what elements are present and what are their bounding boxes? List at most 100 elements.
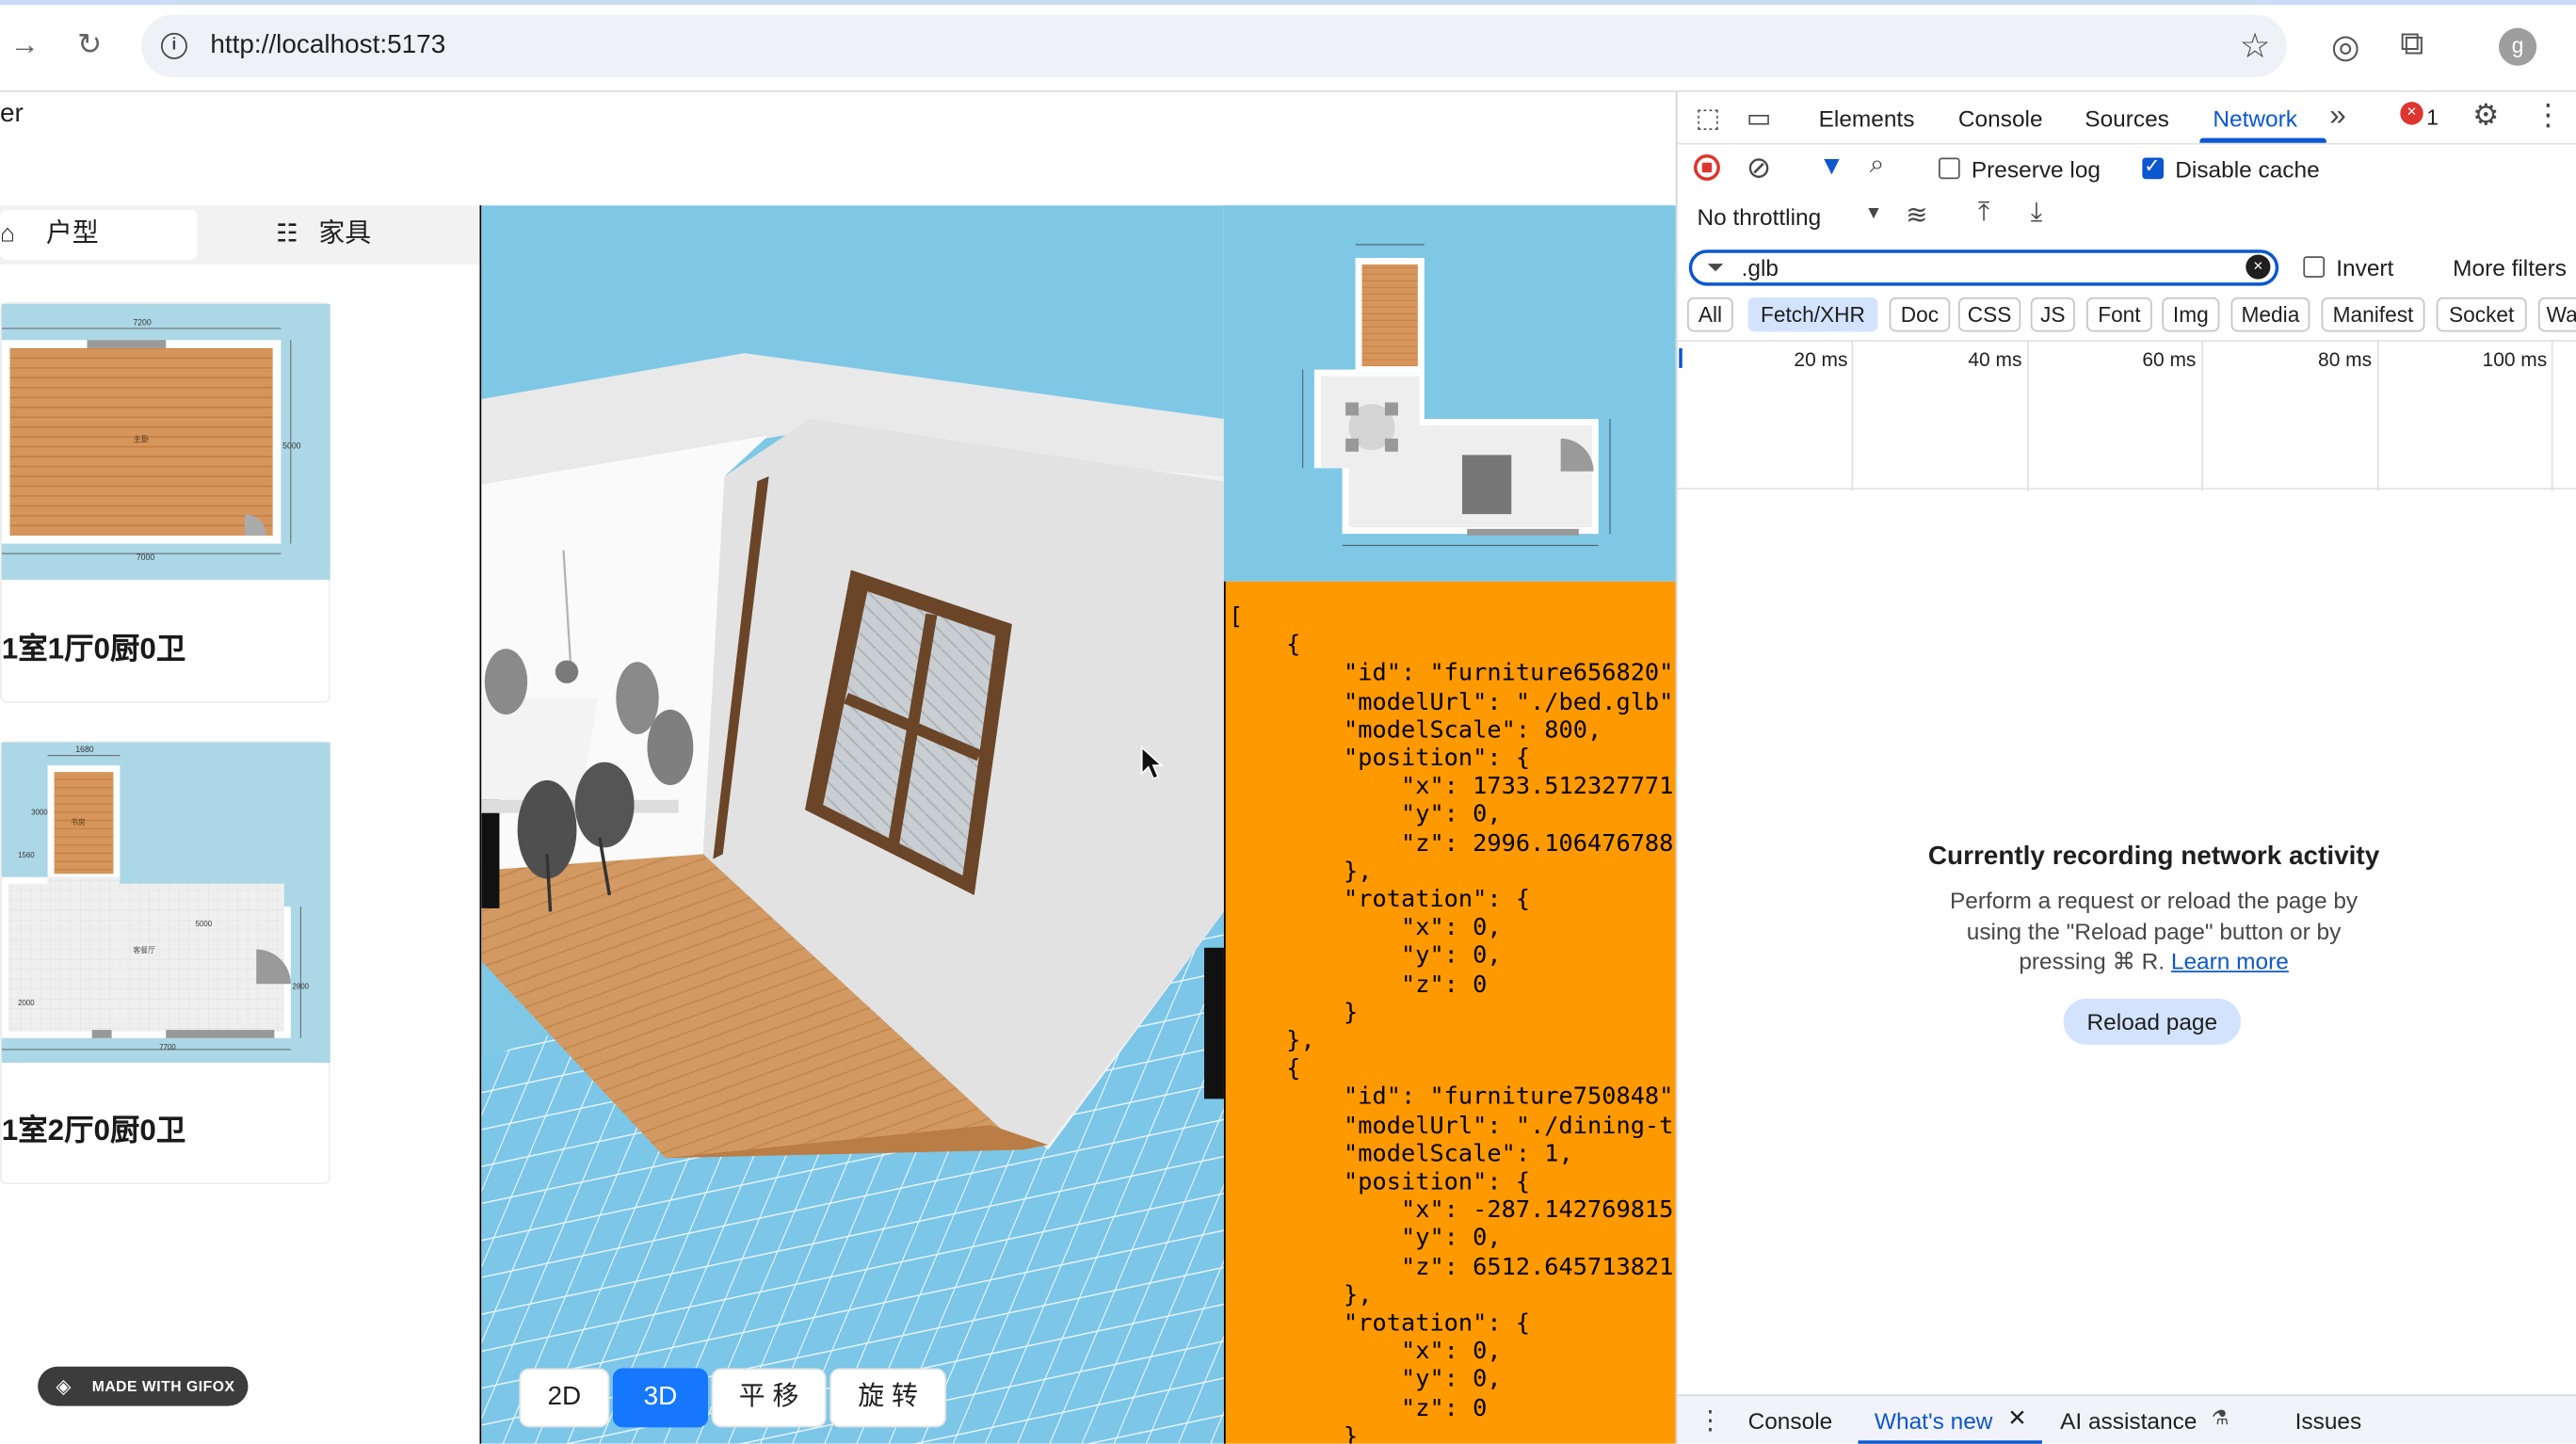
more-filters-button[interactable]: More filters bbox=[2453, 254, 2567, 281]
empty-state-body: Perform a request or reload the page by … bbox=[1924, 886, 2384, 977]
address-bar[interactable]: i http://localhost:5173 ☆ bbox=[141, 14, 2287, 78]
floorplan-card-1[interactable]: 7200 7000 5000 主卧 1室1厅0厨0卫 bbox=[0, 302, 330, 703]
minimap-floorplan bbox=[1302, 244, 1611, 546]
floorplan-card-2[interactable]: 1680 3000 1560 2000 5000 7700 2800 书房 客餐… bbox=[0, 740, 330, 1185]
filter-icon[interactable]: ▼ bbox=[1819, 152, 1845, 182]
home-icon: ⌂ bbox=[0, 219, 15, 249]
filter-input-box[interactable]: ⏷ .glb × bbox=[1688, 249, 2279, 286]
throttling-select[interactable]: No throttling bbox=[1697, 203, 1821, 230]
clear-filter-icon[interactable]: × bbox=[2246, 254, 2271, 280]
learn-more-link[interactable]: Learn more bbox=[2171, 948, 2289, 974]
drawer-tab-ai-assistance[interactable]: AI assistance bbox=[2060, 1407, 2197, 1434]
type-filter-css[interactable]: CSS bbox=[1957, 297, 2021, 332]
pan-button[interactable]: 平 移 bbox=[711, 1368, 827, 1428]
invert-label[interactable]: Invert bbox=[2336, 254, 2393, 281]
preserve-log-checkbox[interactable] bbox=[1938, 157, 1960, 180]
rotate-button[interactable]: 旋 转 bbox=[829, 1368, 947, 1428]
more-tabs-chevron-icon[interactable]: » bbox=[2329, 99, 2345, 134]
forward-icon[interactable]: → bbox=[9, 28, 39, 63]
export-har-icon[interactable]: ⤓ bbox=[2031, 199, 2042, 228]
type-filter-wasm[interactable]: Wa bbox=[2537, 297, 2576, 332]
furniture-icon: ☷ bbox=[276, 219, 298, 249]
view-2d-button[interactable]: 2D bbox=[519, 1368, 610, 1428]
network-timeline[interactable]: 20 ms 40 ms 60 ms 80 ms 100 ms bbox=[1677, 340, 2576, 491]
url-text[interactable]: http://localhost:5173 bbox=[210, 31, 445, 60]
profile-avatar[interactable]: g bbox=[2498, 27, 2537, 66]
tab-console[interactable]: Console bbox=[1958, 105, 2043, 132]
type-filter-socket[interactable]: Socket bbox=[2436, 297, 2527, 332]
device-toolbar-icon[interactable]: ▭ bbox=[1747, 102, 1771, 135]
type-filter-all[interactable]: All bbox=[1687, 297, 1733, 332]
floorplan-thumbnail: 1680 3000 1560 2000 5000 7700 2800 书房 客餐… bbox=[1, 742, 330, 1063]
3d-scene[interactable] bbox=[481, 205, 1224, 1444]
drawer-menu-icon[interactable]: ⋮ bbox=[1697, 1404, 1723, 1437]
floorplan-name: 1室1厅0厨0卫 bbox=[1, 632, 186, 666]
throttling-row: No throttling ▼ ≋ ⤒ ⤓ bbox=[1678, 194, 2576, 243]
reload-icon[interactable]: ↻ bbox=[77, 28, 102, 63]
type-filter-fetch-xhr[interactable]: Fetch/XHR bbox=[1747, 297, 1878, 332]
extensions-puzzle-icon[interactable]: ⧉ bbox=[2400, 26, 2423, 64]
type-filter-media[interactable]: Media bbox=[2230, 297, 2310, 332]
minimap[interactable] bbox=[1223, 205, 1676, 582]
svg-text:客餐厅: 客餐厅 bbox=[133, 945, 155, 955]
funnel-icon: ⏷ bbox=[1706, 254, 1725, 280]
left-tabs: ⌂ 户型 ☷ 家具 bbox=[0, 205, 480, 265]
type-filter-js[interactable]: JS bbox=[2030, 297, 2075, 332]
dim-top-label: 7200 bbox=[133, 317, 152, 327]
dim-mid-label: 5000 bbox=[196, 920, 213, 928]
inspect-element-icon[interactable]: ⬚ bbox=[1696, 102, 1720, 135]
floorplan-1-drawing: 7200 7000 5000 主卧 bbox=[1, 317, 301, 562]
drawer-tab-issues[interactable]: Issues bbox=[2295, 1407, 2362, 1434]
bookmark-star-icon[interactable]: ☆ bbox=[2240, 26, 2271, 68]
tab-furniture[interactable]: ☷ 家具 bbox=[276, 210, 371, 259]
dim-left1-label: 3000 bbox=[31, 808, 48, 816]
filter-input[interactable]: .glb bbox=[1742, 254, 1779, 281]
import-har-icon[interactable]: ⤒ bbox=[1978, 199, 1989, 228]
clear-icon[interactable]: ⊘ bbox=[1747, 152, 1771, 186]
dim-bottom-label: 7700 bbox=[159, 1043, 176, 1051]
tab-elements[interactable]: Elements bbox=[1819, 105, 1915, 132]
drawer-tab-console[interactable]: Console bbox=[1748, 1407, 1833, 1434]
svg-text:书房: 书房 bbox=[71, 817, 86, 826]
tab-sources[interactable]: Sources bbox=[2085, 105, 2169, 132]
scene-edge-object bbox=[1204, 947, 1224, 1099]
3d-viewport[interactable] bbox=[481, 205, 1224, 1444]
view-3d-button[interactable]: 3D bbox=[612, 1368, 709, 1428]
timeline-gridline bbox=[1851, 341, 1854, 491]
error-count[interactable]: 1 bbox=[2426, 105, 2439, 130]
drawer-tab-underline bbox=[1858, 1440, 2042, 1444]
site-info-icon[interactable]: i bbox=[161, 32, 187, 59]
timeline-label: 100 ms bbox=[2482, 347, 2548, 372]
timeline-label: 20 ms bbox=[1794, 347, 1848, 372]
drawer-tab-whats-new[interactable]: What's new bbox=[1875, 1407, 1992, 1434]
preserve-log-label[interactable]: Preserve log bbox=[1972, 156, 2101, 183]
dim-top-label: 1680 bbox=[75, 745, 94, 754]
record-stop-icon[interactable] bbox=[1693, 154, 1720, 181]
search-icon[interactable]: ⌕ bbox=[1870, 152, 1885, 181]
type-filter-doc[interactable]: Doc bbox=[1889, 297, 1951, 332]
type-filter-font[interactable]: Font bbox=[2086, 297, 2152, 332]
settings-gear-icon[interactable]: ⚙ bbox=[2472, 99, 2499, 134]
extension-circle-icon[interactable]: ◎ bbox=[2331, 26, 2359, 68]
timeline-gridline bbox=[2551, 341, 2553, 491]
dim-right-label: 2800 bbox=[293, 982, 310, 990]
disable-cache-checkbox[interactable] bbox=[2142, 154, 2165, 180]
disable-cache-label[interactable]: Disable cache bbox=[2175, 156, 2319, 183]
close-icon[interactable]: ✕ bbox=[2007, 1404, 2026, 1433]
network-toolbar: ⊘ ▼ ⌕ Preserve log Disable cache bbox=[1678, 145, 2576, 194]
tab-network[interactable]: Network bbox=[2213, 105, 2297, 132]
tab-floorplan[interactable]: ⌂ 户型 bbox=[0, 210, 198, 260]
network-conditions-icon[interactable]: ≋ bbox=[1906, 199, 1927, 232]
reload-page-button[interactable]: Reload page bbox=[2063, 998, 2242, 1045]
loading-bar bbox=[0, 0, 2576, 6]
floorplan-thumbnail: 7200 7000 5000 主卧 bbox=[1, 303, 330, 580]
chevron-down-icon[interactable]: ▼ bbox=[1864, 203, 1882, 223]
timeline-label: 80 ms bbox=[2318, 347, 2373, 372]
more-options-icon[interactable]: ⋮ bbox=[2534, 99, 2563, 134]
dim-right-label: 5000 bbox=[282, 441, 301, 450]
timeline-gridline bbox=[2201, 341, 2203, 491]
error-icon[interactable]: × bbox=[2400, 102, 2423, 125]
type-filter-img[interactable]: Img bbox=[2162, 297, 2220, 332]
type-filter-manifest[interactable]: Manifest bbox=[2321, 297, 2425, 332]
invert-checkbox[interactable] bbox=[2303, 256, 2326, 278]
